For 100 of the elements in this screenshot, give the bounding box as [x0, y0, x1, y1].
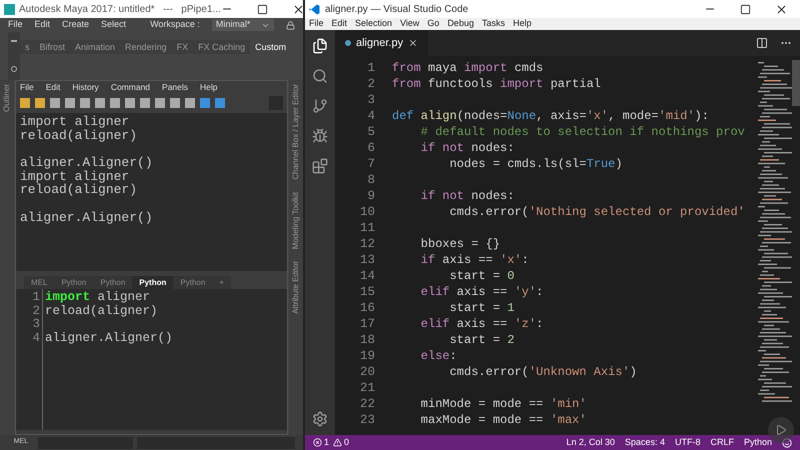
panel-tab[interactable]: Attribute Editor — [290, 260, 302, 314]
close-icon[interactable] — [292, 2, 305, 16]
menu-item[interactable]: File — [309, 17, 324, 31]
line-number: 14 — [360, 268, 375, 284]
panel-tab[interactable]: Outliner — [1, 84, 13, 112]
app-logo-icon — [4, 4, 15, 14]
line-number: 8 — [367, 172, 375, 188]
close-icon — [408, 38, 418, 48]
menu-item[interactable]: Panels — [162, 80, 188, 94]
shelf-tab[interactable]: FX Caching — [193, 40, 250, 54]
status-item[interactable]: Python — [744, 436, 772, 450]
file-type-icon — [345, 40, 351, 46]
history-line: aligner.Aligner() — [20, 210, 154, 224]
code-line: nodes = cmds.ls(sl=True) — [448, 156, 624, 172]
smiley-icon[interactable] — [782, 438, 792, 448]
menu-item[interactable]: Go — [427, 17, 440, 31]
menu-item[interactable]: Selection — [355, 17, 392, 31]
menu-item[interactable]: Help — [512, 17, 532, 31]
code-line: minMode = mode == 'min' — [420, 396, 588, 412]
menu-item[interactable]: Help — [200, 80, 218, 94]
code-line: if not nodes: — [420, 140, 516, 156]
menu-item[interactable]: View — [400, 17, 420, 31]
maximize-icon[interactable] — [740, 4, 751, 14]
menu-item[interactable]: Create — [62, 18, 90, 32]
line-number: 7 — [367, 156, 375, 172]
search-icon[interactable] — [312, 68, 328, 84]
line-number: 13 — [360, 252, 375, 268]
status-item[interactable]: CRLF — [710, 436, 734, 450]
menu-item[interactable]: File — [8, 18, 23, 32]
shelf-tab[interactable]: FX — [172, 40, 194, 54]
panel-tab[interactable]: Modeling Toolkit — [290, 192, 302, 249]
blocks-icon[interactable] — [312, 158, 328, 174]
script-tab[interactable]: Python — [132, 276, 174, 289]
panel-tab[interactable]: Channel Box / Layer Editor — [290, 84, 302, 180]
code-line: else: — [420, 348, 458, 364]
line-number: 4 — [367, 108, 375, 124]
script-tab[interactable]: Python — [54, 276, 94, 289]
code-line: cmds.error('Unknown Axis') — [448, 364, 638, 380]
menu-item[interactable]: Edit — [332, 17, 348, 31]
menu-item[interactable]: Tasks — [482, 17, 505, 31]
menu-item[interactable]: Debug — [447, 17, 474, 31]
line-number: 12 — [360, 236, 375, 252]
shelf-tab[interactable]: Animation — [70, 40, 120, 54]
line-number: 1 — [367, 60, 375, 76]
scrollbar-thumb[interactable] — [792, 60, 800, 106]
code-line: start = 2 — [448, 332, 516, 348]
workspace-dropdown[interactable]: Minimal* — [212, 19, 274, 31]
line-number: 21 — [360, 380, 375, 396]
lock-icon[interactable] — [286, 20, 295, 30]
settings-icon[interactable] — [11, 66, 17, 72]
code-line: start = 0 — [448, 268, 516, 284]
line-number: 15 — [360, 284, 375, 300]
shelf-tab[interactable]: Rendering — [120, 40, 172, 54]
menu-item[interactable]: File — [20, 80, 34, 94]
menu-item[interactable]: Command — [110, 80, 150, 94]
line-number: 3 — [367, 92, 375, 108]
menu-item[interactable]: History — [72, 80, 99, 94]
command-input-field[interactable] — [38, 436, 133, 448]
code-line: elif axis == 'y': — [420, 284, 544, 300]
status-item[interactable]: UTF-8 — [674, 436, 700, 450]
line-number: 11 — [360, 220, 375, 236]
line-number: 2 — [367, 76, 375, 92]
code-line: start = 1 — [448, 300, 516, 316]
menu-item[interactable]: Select — [101, 18, 126, 32]
line-number: 18 — [360, 332, 375, 348]
warning-icon[interactable] — [333, 438, 342, 447]
maximize-icon[interactable] — [256, 4, 268, 14]
split-editor-icon[interactable] — [756, 37, 768, 49]
line-number: 9 — [367, 188, 375, 204]
line-number: 2 — [32, 304, 40, 318]
bug-icon[interactable] — [312, 128, 328, 144]
files-icon[interactable] — [312, 38, 328, 54]
line-number: 16 — [360, 300, 375, 316]
shelf-tab[interactable]: Bifrost — [34, 40, 70, 54]
code-line: maxMode = mode == 'max' — [420, 412, 588, 428]
editor-tab[interactable]: aligner.py — [335, 30, 428, 56]
code-line: from maya import cmds — [392, 60, 544, 76]
window-title: Autodesk Maya 2017: untitled* --- pPipe1... — [19, 2, 221, 16]
line-number: 19 — [360, 348, 375, 364]
app-logo-icon — [309, 4, 320, 14]
line-number: 5 — [367, 124, 375, 140]
workspace-label: Workspace : — [150, 18, 200, 32]
status-item[interactable]: Ln 2, Col 30 — [566, 436, 615, 450]
warning-count[interactable]: 0 — [344, 436, 350, 450]
line-number: 4 — [32, 332, 40, 345]
menu-item[interactable]: Edit — [34, 18, 50, 32]
error-icon[interactable] — [313, 438, 322, 447]
status-item[interactable]: Spaces: 4 — [624, 436, 665, 450]
close-icon[interactable] — [775, 2, 788, 16]
branch-icon[interactable] — [312, 98, 328, 114]
menu-item[interactable]: Edit — [46, 80, 60, 94]
error-count[interactable]: 1 — [324, 436, 330, 450]
line-number: 10 — [360, 204, 375, 220]
window-title: aligner.py — Visual Studio Code — [325, 2, 468, 16]
code-line: # default nodes to selection if nothings prov — [420, 124, 746, 140]
code-line: reload(aligner) — [45, 304, 159, 318]
shelf-tab[interactable]: s — [20, 40, 34, 54]
settings-icon[interactable] — [312, 411, 328, 427]
code-line: import aligner — [45, 291, 152, 304]
line-number: 1 — [32, 291, 40, 304]
